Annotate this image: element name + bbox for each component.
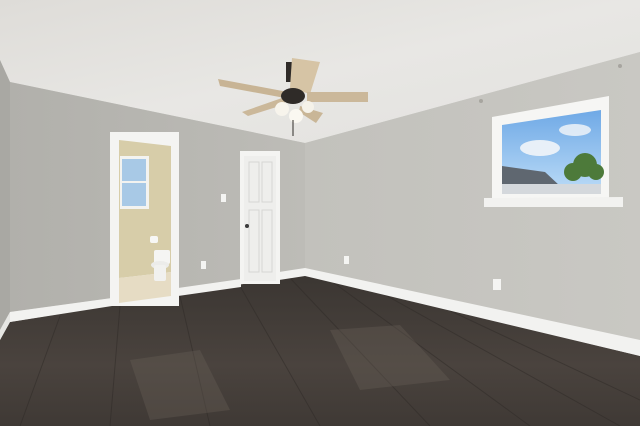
window-sill xyxy=(484,197,623,207)
light-switch[interactable] xyxy=(221,194,226,202)
outlet-right-back[interactable] xyxy=(344,256,349,264)
outlet-right[interactable] xyxy=(493,279,501,290)
room-scene xyxy=(0,0,640,426)
far-left-wall xyxy=(0,60,10,330)
toilet-paper xyxy=(150,236,158,243)
outlet-left[interactable] xyxy=(201,261,206,269)
door-knob[interactable] xyxy=(245,224,249,228)
